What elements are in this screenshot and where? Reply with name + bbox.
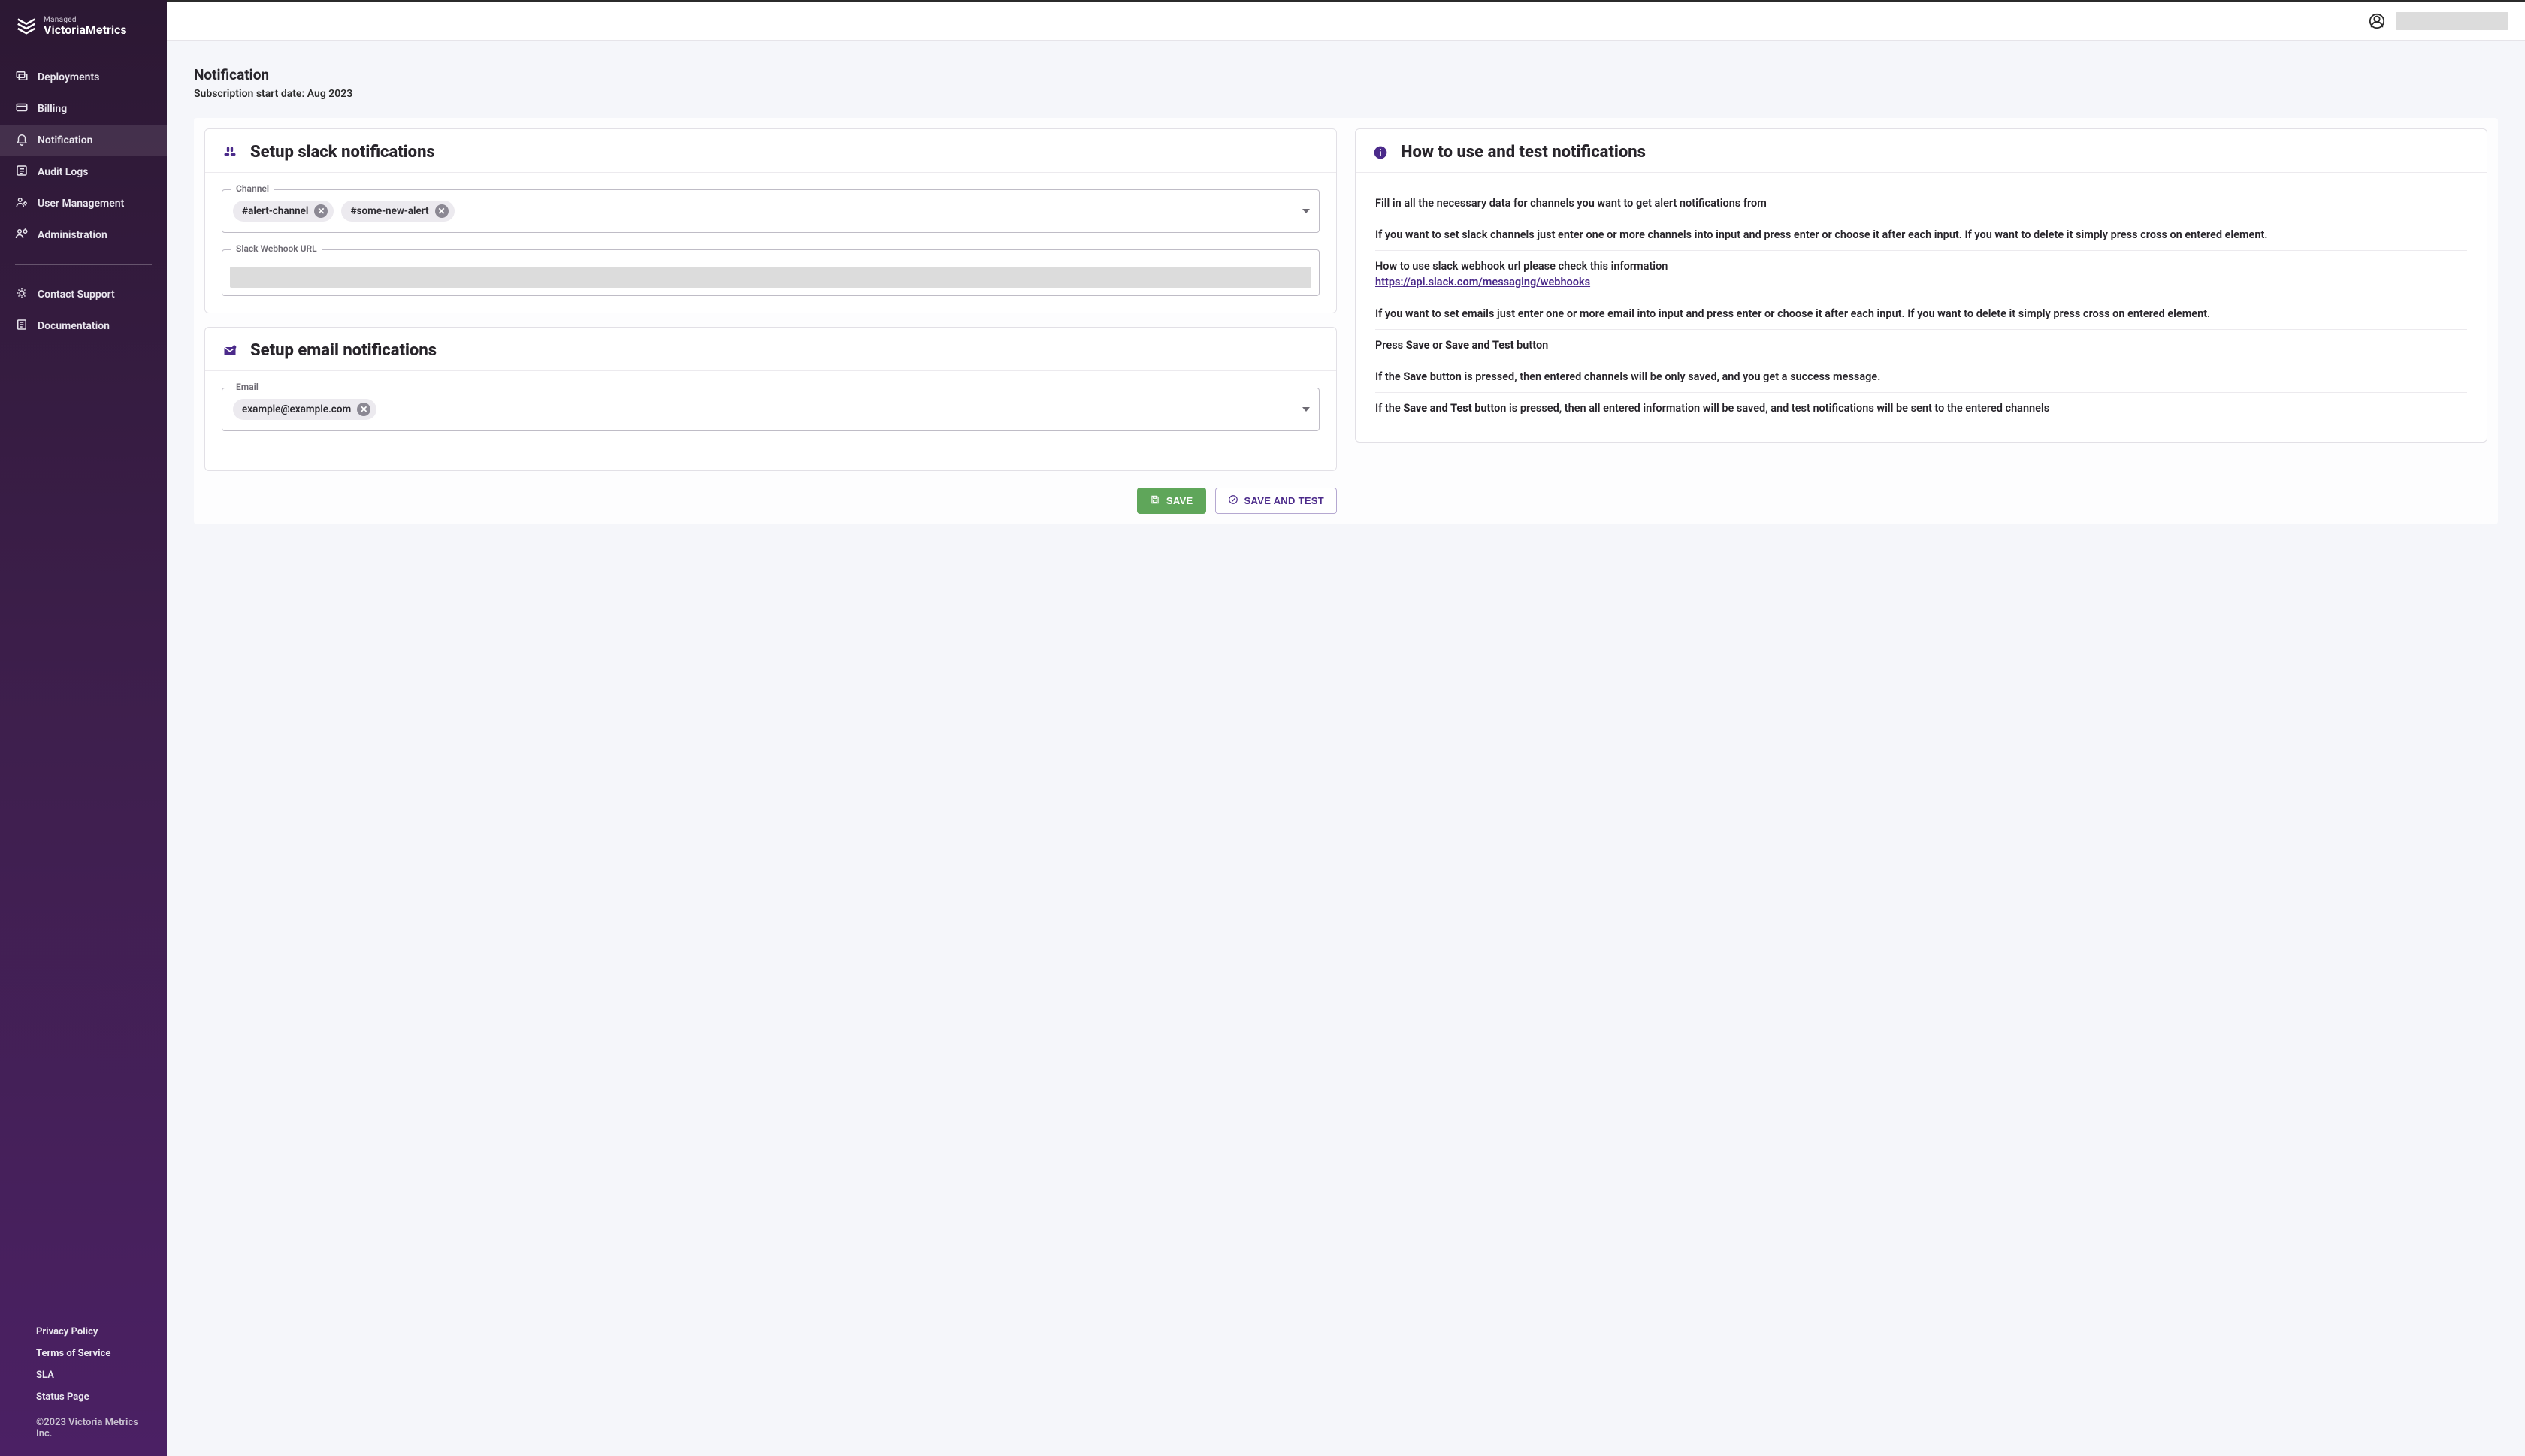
nav-label: Contact Support: [38, 288, 115, 301]
email-chip: example@example.com ✕: [233, 399, 376, 420]
info-card-body: Fill in all the necessary data for chann…: [1356, 173, 2487, 442]
topbar: [167, 0, 2525, 41]
brand-mark-icon: [15, 14, 38, 39]
email-card: Setup email notifications Email example@…: [204, 327, 1337, 471]
left-column: Setup slack notifications Channel #alert…: [204, 128, 1337, 514]
right-column: How to use and test notifications Fill i…: [1355, 128, 2487, 443]
slack-icon: [222, 144, 238, 161]
sidebar-item-user-management[interactable]: User Management: [0, 188, 167, 219]
email-icon: [222, 343, 238, 359]
save-icon: [1150, 494, 1160, 507]
slack-webhook-input-placeholder[interactable]: [230, 267, 1311, 288]
sidebar-item-deployments[interactable]: Deployments: [0, 62, 167, 93]
nav-label: Documentation: [38, 320, 110, 332]
sidebar-item-documentation[interactable]: Documentation: [0, 310, 167, 342]
primary-nav: Deployments Billing Notification Audit L…: [0, 53, 167, 342]
chevron-down-icon[interactable]: [1302, 209, 1310, 213]
user-management-icon: [15, 195, 29, 212]
page-title: Notification: [194, 66, 2498, 83]
chip-label: example@example.com: [242, 403, 351, 415]
slack-card: Setup slack notifications Channel #alert…: [204, 128, 1337, 313]
chevron-down-icon[interactable]: [1302, 407, 1310, 412]
info-card-title: How to use and test notifications: [1401, 143, 1646, 162]
save-and-test-button[interactable]: SAVE AND TEST: [1215, 488, 1337, 514]
email-chips: example@example.com ✕: [233, 399, 1289, 420]
nav-label: Administration: [38, 229, 107, 241]
slack-channel-field[interactable]: Channel #alert-channel ✕ #some-new-alert…: [222, 189, 1320, 233]
chip-remove-icon[interactable]: ✕: [357, 403, 370, 416]
slack-webhook-label: Slack Webhook URL: [231, 243, 322, 254]
info-row: If you want to set slack channels just e…: [1375, 219, 2467, 251]
slack-webhook-field[interactable]: Slack Webhook URL: [222, 249, 1320, 296]
sidebar-item-contact-support[interactable]: Contact Support: [0, 279, 167, 310]
email-card-title: Setup email notifications: [250, 341, 437, 360]
info-card: How to use and test notifications Fill i…: [1355, 128, 2487, 443]
sidebar-item-administration[interactable]: Administration: [0, 219, 167, 251]
brand-text: Managed VictoriaMetrics: [44, 17, 127, 36]
check-circle-icon: [1228, 494, 1238, 507]
chip-remove-icon[interactable]: ✕: [314, 204, 328, 218]
main-area: Notification Subscription start date: Au…: [167, 0, 2525, 1456]
info-row: Fill in all the necessary data for chann…: [1375, 188, 2467, 219]
email-field-label: Email: [231, 382, 263, 392]
chip-label: #alert-channel: [242, 205, 308, 217]
slack-channel-chips: #alert-channel ✕ #some-new-alert ✕: [233, 201, 1289, 222]
link-status-page[interactable]: Status Page: [36, 1386, 152, 1408]
chip-label: #some-new-alert: [350, 205, 428, 217]
nav-separator: [15, 264, 152, 265]
info-row: If the Save button is pressed, then ente…: [1375, 361, 2467, 393]
save-button-label: SAVE: [1166, 495, 1193, 506]
save-and-test-button-label: SAVE AND TEST: [1244, 495, 1324, 506]
slack-webhook-docs-link[interactable]: https://api.slack.com/messaging/webhooks: [1375, 276, 1590, 288]
form-actions: SAVE SAVE AND TEST: [204, 485, 1337, 514]
info-row: If you want to set emails just enter one…: [1375, 298, 2467, 330]
save-button[interactable]: SAVE: [1137, 488, 1206, 514]
page: Notification Subscription start date: Au…: [167, 41, 2525, 569]
administration-icon: [15, 227, 29, 243]
link-privacy-policy[interactable]: Privacy Policy: [36, 1321, 152, 1343]
chip-remove-icon[interactable]: ✕: [435, 204, 449, 218]
billing-icon: [15, 101, 29, 117]
info-row: Press Save or Save and Test button: [1375, 330, 2467, 361]
nav-label: Deployments: [38, 71, 99, 83]
audit-logs-icon: [15, 164, 29, 180]
sidebar-footer: Privacy Policy Terms of Service SLA Stat…: [0, 1321, 167, 1456]
account-name-placeholder[interactable]: [2396, 12, 2508, 30]
link-sla[interactable]: SLA: [36, 1364, 152, 1386]
info-text: How to use slack webhook url please chec…: [1375, 260, 1668, 273]
info-row: How to use slack webhook url please chec…: [1375, 251, 2467, 298]
documentation-icon: [15, 318, 29, 334]
brand-logo[interactable]: Managed VictoriaMetrics: [0, 9, 167, 53]
notification-icon: [15, 132, 29, 149]
sidebar: Managed VictoriaMetrics Deployments Bill…: [0, 0, 167, 1456]
slack-card-title: Setup slack notifications: [250, 143, 435, 162]
slack-channel-chip: #alert-channel ✕: [233, 201, 334, 222]
sidebar-item-notification[interactable]: Notification: [0, 125, 167, 156]
sidebar-item-billing[interactable]: Billing: [0, 93, 167, 125]
content-grid: Setup slack notifications Channel #alert…: [194, 118, 2498, 524]
brand-strong: VictoriaMetrics: [44, 24, 127, 36]
deployments-icon: [15, 69, 29, 86]
email-field[interactable]: Email example@example.com ✕: [222, 388, 1320, 431]
slack-channel-chip: #some-new-alert ✕: [341, 201, 454, 222]
account-icon[interactable]: [2369, 13, 2385, 29]
copyright: ©2023 Victoria Metrics Inc.: [36, 1408, 152, 1439]
page-subtitle: Subscription start date: Aug 2023: [194, 88, 2498, 100]
slack-channel-label: Channel: [231, 183, 274, 194]
nav-label: User Management: [38, 198, 124, 210]
nav-label: Billing: [38, 103, 67, 115]
info-icon: [1372, 144, 1389, 161]
contact-support-icon: [15, 286, 29, 303]
nav-label: Notification: [38, 134, 92, 147]
info-row: If the Save and Test button is pressed, …: [1375, 393, 2467, 424]
link-terms-of-service[interactable]: Terms of Service: [36, 1343, 152, 1364]
nav-label: Audit Logs: [38, 166, 88, 178]
sidebar-item-audit-logs[interactable]: Audit Logs: [0, 156, 167, 188]
